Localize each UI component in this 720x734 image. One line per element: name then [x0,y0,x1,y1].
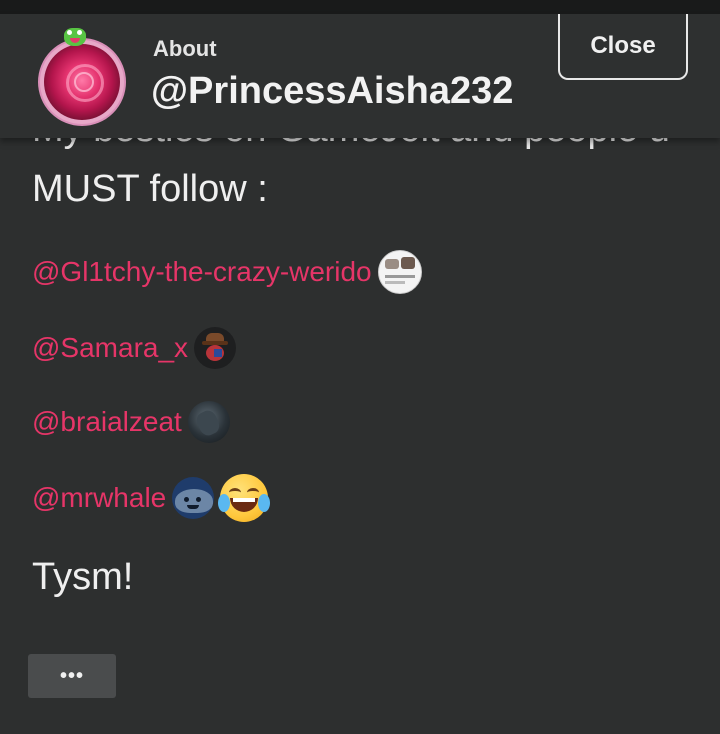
user-avatar[interactable] [194,327,237,369]
user-avatar[interactable] [172,477,215,519]
user-avatar[interactable] [187,401,230,443]
mention-row: @Samara_x [32,324,237,372]
user-avatar[interactable] [377,250,422,294]
mention-link[interactable]: @Samara_x [32,332,188,364]
about-header: About @PrincessAisha232 Close [0,14,720,138]
section-title: About [153,36,217,61]
bio-intro: MUST follow : [32,168,268,210]
bio-closing: Tysm! [32,556,134,598]
close-button[interactable]: Close [558,14,688,80]
more-options-button[interactable]: ••• [28,654,116,698]
avatar[interactable] [38,38,126,126]
rose-icon [44,44,120,120]
page-title: @PrincessAisha232 [151,70,514,112]
mention-link[interactable]: @braialzeat [32,406,182,438]
mention-row: @Gl1tchy-the-crazy-werido [32,248,422,296]
face-with-tears-of-joy-icon [218,474,271,522]
mention-link[interactable]: @Gl1tchy-the-crazy-werido [32,256,372,288]
mention-link[interactable]: @mrwhale [32,482,166,514]
frog-icon [64,28,86,46]
mention-row: @mrwhale [32,474,271,522]
mention-row: @braialzeat [32,398,230,446]
